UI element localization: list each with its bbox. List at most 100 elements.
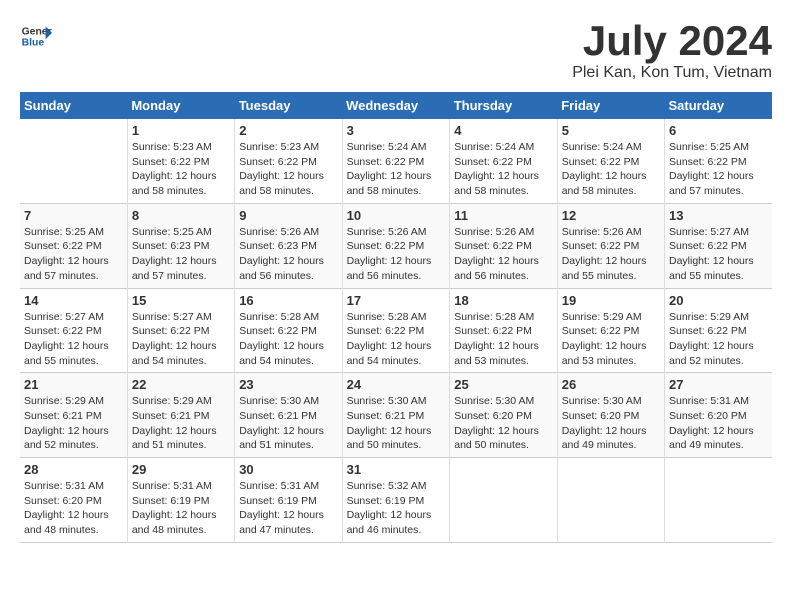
day-number: 31 [347,462,446,477]
day-number: 7 [24,208,123,223]
day-cell: 31 Sunrise: 5:32 AM Sunset: 6:19 PM Dayli… [342,458,450,543]
day-number: 8 [132,208,230,223]
week-row-4: 21 Sunrise: 5:29 AM Sunset: 6:21 PM Dayli… [20,373,772,458]
day-number: 4 [454,123,552,138]
day-cell: 9 Sunrise: 5:26 AM Sunset: 6:23 PM Daylig… [235,203,342,288]
day-cell: 6 Sunrise: 5:25 AM Sunset: 6:22 PM Daylig… [665,119,773,203]
week-row-5: 28 Sunrise: 5:31 AM Sunset: 6:20 PM Dayli… [20,458,772,543]
day-cell [665,458,773,543]
day-info: Sunrise: 5:28 AM Sunset: 6:22 PM Dayligh… [347,310,446,369]
day-info: Sunrise: 5:27 AM Sunset: 6:22 PM Dayligh… [24,310,123,369]
day-cell: 3 Sunrise: 5:24 AM Sunset: 6:22 PM Daylig… [342,119,450,203]
day-cell: 27Sunrise: 5:31 AM Sunset: 6:20 PM Dayli… [665,373,773,458]
day-number: 2 [239,123,337,138]
day-number: 27 [669,377,768,392]
day-info: Sunrise: 5:29 AM Sunset: 6:22 PM Dayligh… [669,310,768,369]
header-cell-saturday: Saturday [665,92,773,119]
day-cell: 12Sunrise: 5:26 AM Sunset: 6:22 PM Dayli… [557,203,664,288]
day-info: Sunrise: 5:31 AM Sunset: 6:20 PM Dayligh… [24,479,123,538]
day-info: Sunrise: 5:25 AM Sunset: 6:22 PM Dayligh… [669,140,768,199]
svg-text:Blue: Blue [22,38,45,49]
header-cell-sunday: Sunday [20,92,127,119]
month-title: July 2024 [572,20,772,62]
day-cell: 22Sunrise: 5:29 AM Sunset: 6:21 PM Dayli… [127,373,234,458]
day-cell: 19Sunrise: 5:29 AM Sunset: 6:22 PM Dayli… [557,288,664,373]
day-cell: 10 Sunrise: 5:26 AM Sunset: 6:22 PM Dayli… [342,203,450,288]
day-number: 16 [239,293,337,308]
day-number: 25 [454,377,552,392]
day-number: 29 [132,462,230,477]
day-info: Sunrise: 5:30 AM Sunset: 6:20 PM Dayligh… [454,394,552,453]
day-number: 14 [24,293,123,308]
day-info: Sunrise: 5:25 AM Sunset: 6:23 PM Dayligh… [132,225,230,284]
day-info: Sunrise: 5:24 AM Sunset: 6:22 PM Dayligh… [562,140,660,199]
day-cell: 1 Sunrise: 5:23 AM Sunset: 6:22 PM Daylig… [127,119,234,203]
day-info: Sunrise: 5:31 AM Sunset: 6:19 PM Dayligh… [239,479,337,538]
day-number: 28 [24,462,123,477]
calendar-body: 1 Sunrise: 5:23 AM Sunset: 6:22 PM Daylig… [20,119,772,542]
day-number: 12 [562,208,660,223]
day-cell: 11 Sunrise: 5:26 AM Sunset: 6:22 PM Dayli… [450,203,557,288]
day-info: Sunrise: 5:30 AM Sunset: 6:21 PM Dayligh… [347,394,446,453]
calendar-table: SundayMondayTuesdayWednesdayThursdayFrid… [20,92,772,543]
header-cell-thursday: Thursday [450,92,557,119]
day-number: 23 [239,377,337,392]
day-info: Sunrise: 5:28 AM Sunset: 6:22 PM Dayligh… [454,310,552,369]
day-info: Sunrise: 5:24 AM Sunset: 6:22 PM Dayligh… [347,140,446,199]
day-number: 9 [239,208,337,223]
week-row-1: 1 Sunrise: 5:23 AM Sunset: 6:22 PM Daylig… [20,119,772,203]
day-number: 5 [562,123,660,138]
day-number: 10 [347,208,446,223]
day-cell: 24Sunrise: 5:30 AM Sunset: 6:21 PM Dayli… [342,373,450,458]
day-cell: 18 Sunrise: 5:28 AM Sunset: 6:22 PM Dayli… [450,288,557,373]
day-info: Sunrise: 5:26 AM Sunset: 6:22 PM Dayligh… [347,225,446,284]
day-cell: 7Sunrise: 5:25 AM Sunset: 6:22 PM Daylig… [20,203,127,288]
day-number: 21 [24,377,123,392]
day-number: 22 [132,377,230,392]
day-info: Sunrise: 5:24 AM Sunset: 6:22 PM Dayligh… [454,140,552,199]
day-info: Sunrise: 5:26 AM Sunset: 6:23 PM Dayligh… [239,225,337,284]
day-cell: 17Sunrise: 5:28 AM Sunset: 6:22 PM Dayli… [342,288,450,373]
day-cell: 13Sunrise: 5:27 AM Sunset: 6:22 PM Dayli… [665,203,773,288]
day-cell: 14 Sunrise: 5:27 AM Sunset: 6:22 PM Dayli… [20,288,127,373]
day-info: Sunrise: 5:29 AM Sunset: 6:21 PM Dayligh… [24,394,123,453]
day-cell: 29 Sunrise: 5:31 AM Sunset: 6:19 PM Dayli… [127,458,234,543]
day-info: Sunrise: 5:32 AM Sunset: 6:19 PM Dayligh… [347,479,446,538]
week-row-3: 14 Sunrise: 5:27 AM Sunset: 6:22 PM Dayli… [20,288,772,373]
location: Plei Kan, Kon Tum, Vietnam [572,64,772,82]
day-cell: 16 Sunrise: 5:28 AM Sunset: 6:22 PM Dayli… [235,288,342,373]
header-row: SundayMondayTuesdayWednesdayThursdayFrid… [20,92,772,119]
day-info: Sunrise: 5:28 AM Sunset: 6:22 PM Dayligh… [239,310,337,369]
page-header: General Blue July 2024 Plei Kan, Kon Tum… [20,20,772,82]
day-cell: 8 Sunrise: 5:25 AM Sunset: 6:23 PM Daylig… [127,203,234,288]
day-cell: 2Sunrise: 5:23 AM Sunset: 6:22 PM Daylig… [235,119,342,203]
day-info: Sunrise: 5:27 AM Sunset: 6:22 PM Dayligh… [132,310,230,369]
logo-icon: General Blue [20,20,52,52]
week-row-2: 7Sunrise: 5:25 AM Sunset: 6:22 PM Daylig… [20,203,772,288]
day-cell: 4 Sunrise: 5:24 AM Sunset: 6:22 PM Daylig… [450,119,557,203]
day-info: Sunrise: 5:29 AM Sunset: 6:22 PM Dayligh… [562,310,660,369]
calendar-header: SundayMondayTuesdayWednesdayThursdayFrid… [20,92,772,119]
day-number: 11 [454,208,552,223]
day-number: 26 [562,377,660,392]
day-info: Sunrise: 5:30 AM Sunset: 6:21 PM Dayligh… [239,394,337,453]
day-cell: 28 Sunrise: 5:31 AM Sunset: 6:20 PM Dayli… [20,458,127,543]
day-cell: 21 Sunrise: 5:29 AM Sunset: 6:21 PM Dayli… [20,373,127,458]
day-cell: 5 Sunrise: 5:24 AM Sunset: 6:22 PM Daylig… [557,119,664,203]
day-number: 20 [669,293,768,308]
day-cell [20,119,127,203]
header-cell-monday: Monday [127,92,234,119]
day-cell [557,458,664,543]
day-cell: 26Sunrise: 5:30 AM Sunset: 6:20 PM Dayli… [557,373,664,458]
day-info: Sunrise: 5:23 AM Sunset: 6:22 PM Dayligh… [132,140,230,199]
day-number: 15 [132,293,230,308]
day-number: 3 [347,123,446,138]
day-number: 1 [132,123,230,138]
logo: General Blue [20,20,52,52]
day-info: Sunrise: 5:31 AM Sunset: 6:19 PM Dayligh… [132,479,230,538]
day-info: Sunrise: 5:26 AM Sunset: 6:22 PM Dayligh… [454,225,552,284]
day-number: 6 [669,123,768,138]
day-cell: 23 Sunrise: 5:30 AM Sunset: 6:21 PM Dayli… [235,373,342,458]
day-number: 18 [454,293,552,308]
day-number: 13 [669,208,768,223]
